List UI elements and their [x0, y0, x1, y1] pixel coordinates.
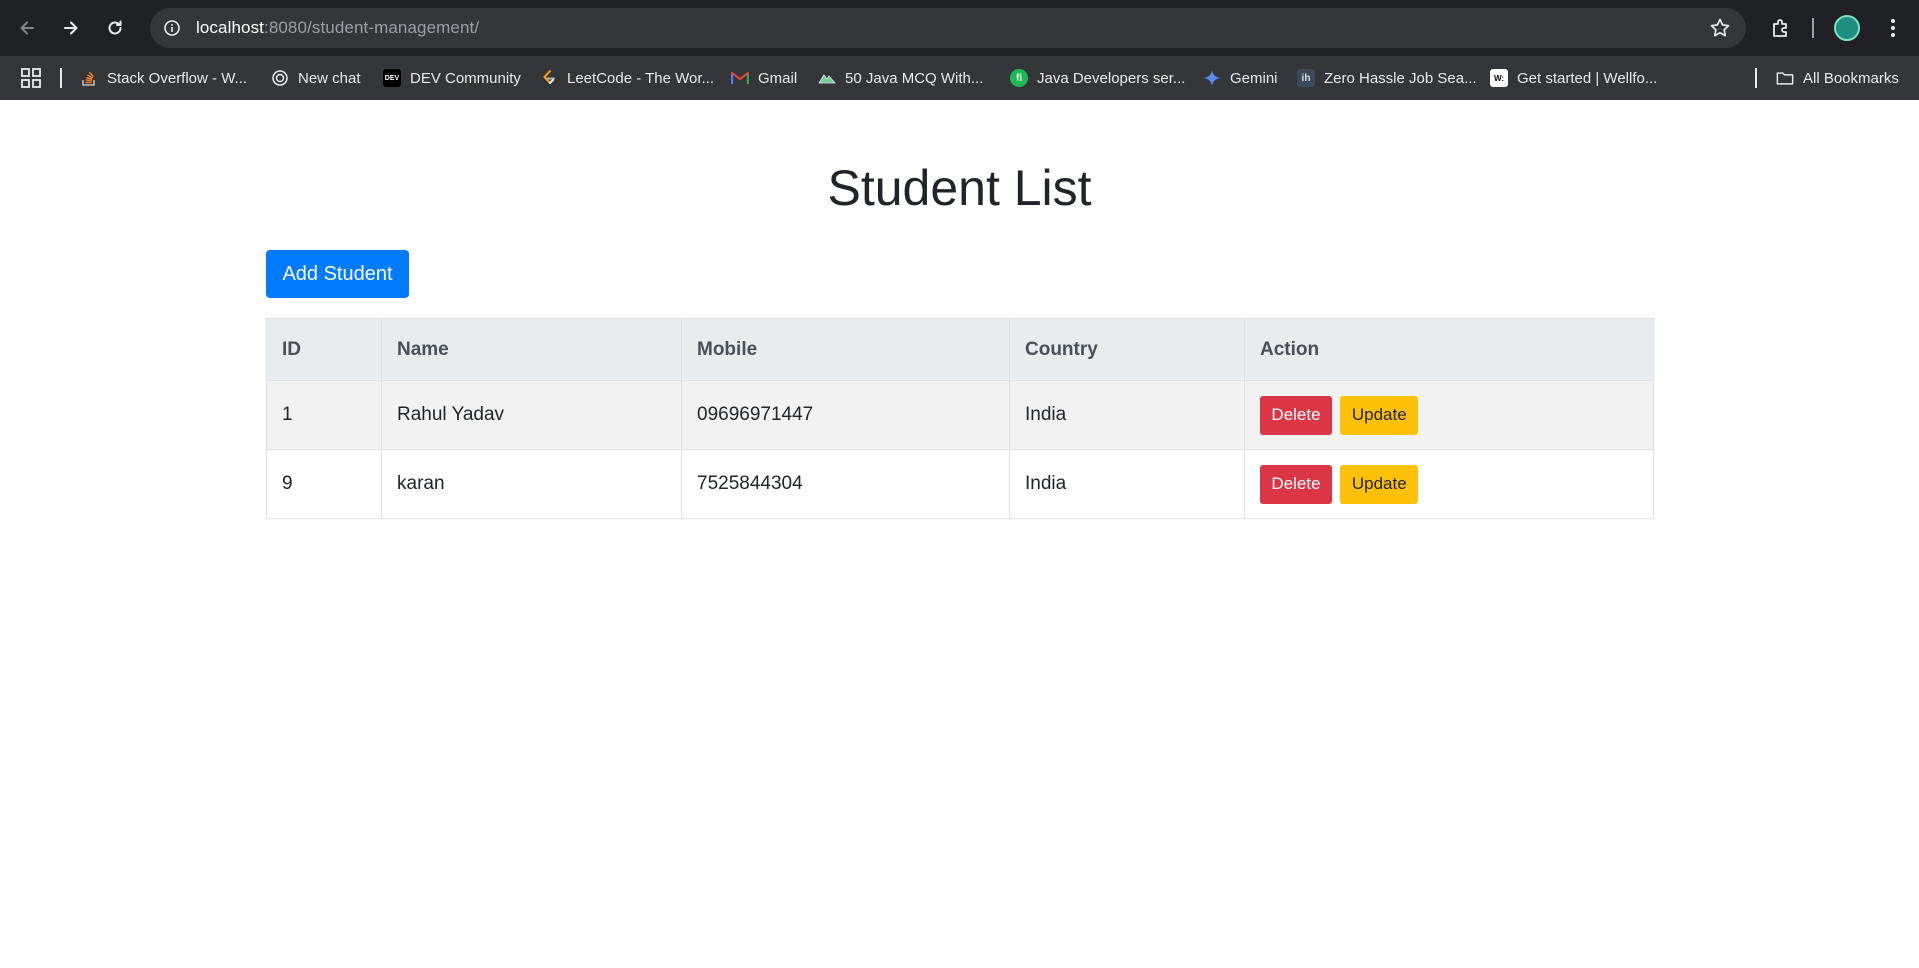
reload-button[interactable] — [97, 10, 133, 46]
bookmark-label: LeetCode - The Wor... — [567, 69, 715, 87]
table-row: 1 Rahul Yadav 09696971447 India Delete U… — [266, 380, 1654, 450]
cell-id: 9 — [266, 449, 382, 519]
table-header-row: ID Name Mobile Country Action — [266, 318, 1654, 381]
update-button[interactable]: Update — [1340, 464, 1419, 504]
site-info-icon[interactable] — [158, 14, 186, 42]
cell-mobile: 09696971447 — [681, 380, 1010, 450]
bookmarks-bar: Stack Overflow - W... New chat DEV DEV C… — [0, 56, 1919, 100]
bookmark-label: Stack Overflow - W... — [107, 69, 248, 87]
bookmarks-divider — [60, 68, 62, 88]
bookmark-label: Gmail — [758, 69, 798, 87]
extensions-button[interactable] — [1763, 10, 1799, 46]
student-table: ID Name Mobile Country Action 1 Rahul Ya… — [266, 318, 1654, 519]
url-path: :8080/student-management/ — [264, 18, 480, 37]
browser-chrome: localhost:8080/student-management/ Stack… — [0, 0, 1919, 100]
header-action: Action — [1244, 318, 1654, 381]
bookmark-label: 50 Java MCQ With... — [845, 69, 984, 87]
delete-button[interactable]: Delete — [1260, 395, 1332, 435]
toolbar-divider — [1812, 18, 1814, 38]
delete-button[interactable]: Delete — [1260, 464, 1332, 504]
leetcode-icon — [540, 69, 558, 87]
page-content: Student List Add Student ID Name Mobile … — [0, 100, 1919, 968]
cell-name: karan — [381, 449, 682, 519]
bookmark-label: Gemini — [1230, 69, 1278, 87]
bookmark-wellfound[interactable]: W: Get started | Wellfo... — [1490, 66, 1657, 90]
header-country: Country — [1009, 318, 1245, 381]
browser-menu-button[interactable] — [1877, 10, 1909, 46]
bookmark-gmail[interactable]: Gmail — [731, 66, 797, 90]
dev-icon: DEV — [383, 69, 401, 87]
bookmark-star-icon[interactable] — [1708, 16, 1732, 40]
gemini-icon — [1203, 69, 1221, 87]
page-title: Student List — [827, 160, 1092, 216]
bookmark-java-mcq[interactable]: 50 Java MCQ With... — [818, 66, 983, 90]
cell-country: India — [1009, 449, 1245, 519]
browser-toolbar: localhost:8080/student-management/ — [0, 0, 1919, 56]
gmail-icon — [731, 69, 749, 87]
cell-name: Rahul Yadav — [381, 380, 682, 450]
all-bookmarks-button[interactable]: All Bookmarks — [1776, 66, 1899, 90]
bookmark-label: Java Developers ser... — [1037, 69, 1186, 87]
all-bookmarks-label: All Bookmarks — [1803, 69, 1899, 87]
forward-arrow-icon — [64, 21, 78, 35]
bookmarks-divider — [1755, 68, 1757, 88]
fi-icon: fi — [1010, 69, 1028, 87]
back-button[interactable] — [9, 10, 45, 46]
apps-grid-icon[interactable] — [20, 67, 42, 89]
mountain-icon — [818, 69, 836, 87]
chatgpt-icon — [271, 69, 289, 87]
back-arrow-icon — [20, 21, 34, 35]
bookmark-label: New chat — [298, 69, 361, 87]
header-id: ID — [266, 318, 382, 381]
cell-action: Delete Update — [1244, 380, 1654, 450]
update-button[interactable]: Update — [1340, 395, 1419, 435]
header-name: Name — [381, 318, 682, 381]
profile-button[interactable] — [1829, 10, 1865, 46]
bookmark-label: DEV Community — [410, 69, 521, 87]
url-text[interactable]: localhost:8080/student-management/ — [196, 18, 479, 38]
bookmark-label: Zero Hassle Job Sea... — [1324, 69, 1477, 87]
bookmark-java-developers[interactable]: fi Java Developers ser... — [1010, 66, 1185, 90]
header-mobile: Mobile — [681, 318, 1010, 381]
cell-id: 1 — [266, 380, 382, 450]
forward-button[interactable] — [53, 10, 89, 46]
cell-country: India — [1009, 380, 1245, 450]
cell-mobile: 7525844304 — [681, 449, 1010, 519]
kebab-menu-icon — [1891, 19, 1895, 37]
url-host: localhost — [196, 18, 264, 37]
folder-icon — [1776, 69, 1794, 87]
address-bar[interactable]: localhost:8080/student-management/ — [150, 8, 1746, 48]
stackoverflow-icon — [80, 69, 98, 87]
bookmark-new-chat[interactable]: New chat — [271, 66, 361, 90]
bookmark-leetcode[interactable]: LeetCode - The Wor... — [540, 66, 714, 90]
avatar — [1834, 15, 1860, 41]
puzzle-icon — [1773, 19, 1787, 37]
ih-icon: ih — [1297, 69, 1315, 87]
table-row: 9 karan 7525844304 India Delete Update — [266, 449, 1654, 519]
bookmark-label: Get started | Wellfo... — [1517, 69, 1658, 87]
bookmark-gemini[interactable]: Gemini — [1203, 66, 1278, 90]
add-student-button[interactable]: Add Student — [266, 250, 409, 298]
reload-icon — [108, 20, 122, 35]
wellfound-icon: W: — [1490, 69, 1508, 87]
bookmark-zero-hassle[interactable]: ih Zero Hassle Job Sea... — [1297, 66, 1477, 90]
cell-action: Delete Update — [1244, 449, 1654, 519]
bookmark-stackoverflow[interactable]: Stack Overflow - W... — [80, 66, 247, 90]
bookmark-dev-community[interactable]: DEV DEV Community — [383, 66, 521, 90]
